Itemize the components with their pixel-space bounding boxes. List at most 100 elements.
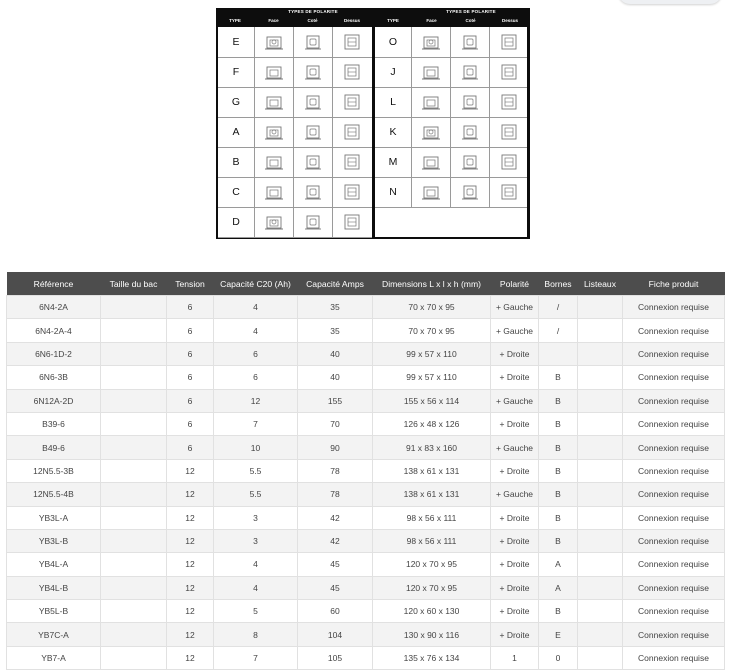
table-cell: 104 [297, 622, 373, 647]
table-row: 6N12A-2D 6 12 155 155 x 56 x 114 + Gauche B Con… [6, 388, 725, 413]
grid-line [450, 27, 451, 207]
polarity-type-label: B [232, 156, 240, 168]
table-cell: 12 [166, 482, 214, 507]
table-cell [577, 552, 623, 577]
table-cell: 98 x 56 x 111 [372, 528, 491, 554]
table-cell: 155 [297, 388, 373, 413]
product-sheet-cell[interactable]: Connexion requise [622, 365, 725, 390]
column-header: Référence [6, 272, 101, 296]
battery-face-icon [254, 27, 293, 57]
battery-face-icon [411, 27, 450, 57]
product-sheet-cell[interactable]: Connexion requise [622, 388, 725, 413]
product-sheet-cell[interactable]: Connexion requise [622, 435, 725, 460]
table-cell [577, 645, 623, 671]
product-sheet-cell[interactable]: Connexion requise [622, 294, 725, 320]
table-cell: + Droite [490, 365, 539, 390]
battery-side-icon [293, 147, 332, 177]
table-cell: 12 [166, 505, 214, 530]
battery-top-icon [332, 117, 372, 147]
table-cell: + Droite [490, 341, 539, 367]
battery-face-icon [254, 57, 293, 87]
product-sheet-cell[interactable]: Connexion requise [622, 552, 725, 577]
table-cell: 155 x 56 x 114 [372, 388, 491, 413]
table-cell: + Droite [490, 622, 539, 647]
table-cell [100, 318, 167, 343]
polarity-row-n: N [375, 177, 527, 208]
table-cell [577, 482, 623, 507]
battery-side-icon [450, 117, 489, 147]
table-cell: 6N12A-2D [6, 388, 101, 413]
cote-column-label: Coté [465, 18, 476, 23]
table-cell: + Gauche [490, 318, 539, 343]
table-row: 6N6-3B 6 6 40 99 x 57 x 110 + Droite B Connexio… [6, 365, 725, 390]
table-cell: 78 [297, 482, 373, 507]
table-cell [100, 341, 167, 367]
product-sheet-cell[interactable]: Connexion requise [622, 411, 725, 437]
polarity-row-f: F [218, 57, 372, 88]
dessus-column-label: Dessus [501, 18, 518, 23]
battery-face-icon [254, 117, 293, 147]
table-cell: 6 [166, 365, 214, 390]
product-sheet-cell[interactable]: Connexion requise [622, 645, 725, 671]
table-cell: + Droite [490, 552, 539, 577]
table-row: YB3L-B 12 3 42 98 x 56 x 111 + Droite B Connexi… [6, 528, 725, 554]
product-sheet-cell[interactable]: Connexion requise [622, 599, 725, 624]
table-cell: + Gauche [490, 435, 539, 460]
table-row: YB3L-A 12 3 42 98 x 56 x 111 + Droite B Connexi… [6, 505, 725, 530]
product-sheet-cell[interactable]: Connexion requise [622, 575, 725, 601]
table-cell: 120 x 60 x 130 [372, 599, 491, 624]
product-sheet-cell[interactable]: Connexion requise [622, 505, 725, 530]
column-header: Bornes [538, 272, 578, 296]
polarity-type-label: M [388, 156, 398, 168]
table-body: 6N4-2A 6 4 35 70 x 70 x 95 + Gauche / Connexion… [6, 294, 725, 671]
table-cell: 35 [297, 294, 373, 320]
table-cell: 12N5.5-4B [6, 482, 101, 507]
face-column-label: Face [268, 18, 279, 23]
polarity-row-e: E [218, 27, 372, 58]
polarity-row-a: A [218, 117, 372, 148]
table-cell [100, 505, 167, 530]
table-cell [100, 411, 167, 437]
table-cell: YB4L-B [6, 575, 101, 601]
product-sheet-cell[interactable]: Connexion requise [622, 482, 725, 507]
table-cell: 70 x 70 x 95 [372, 294, 491, 320]
product-sheet-cell[interactable]: Connexion requise [622, 341, 725, 367]
window-corner-decoration [618, 0, 722, 4]
battery-top-icon [332, 87, 372, 117]
grid-line [254, 27, 255, 237]
table-cell [577, 528, 623, 554]
table-cell: 40 [297, 341, 373, 367]
table-cell: YB3L-A [6, 505, 101, 530]
table-cell: 120 x 70 x 95 [372, 575, 491, 601]
dessus-column-label: Dessus [343, 18, 360, 23]
table-cell: + Droite [490, 505, 539, 530]
polarity-row-c: C [218, 177, 372, 208]
table-cell: 7 [213, 645, 298, 671]
product-sheet-cell[interactable]: Connexion requise [622, 318, 725, 343]
table-cell: B49-6 [6, 435, 101, 460]
table-cell [577, 505, 623, 530]
table-cell: + Gauche [490, 482, 539, 507]
polarity-divider [372, 8, 375, 239]
product-sheet-cell[interactable]: Connexion requise [622, 528, 725, 554]
table-cell: 70 [297, 411, 373, 437]
table-row: B39-6 6 7 70 126 x 48 x 126 + Droite B Connexio… [6, 411, 725, 437]
table-cell: 42 [297, 505, 373, 530]
battery-side-icon [293, 207, 332, 237]
table-cell: 6 [166, 388, 214, 413]
table-cell: B [538, 388, 578, 413]
polarity-type-label: L [390, 96, 396, 108]
product-sheet-cell[interactable]: Connexion requise [622, 458, 725, 484]
table-cell: 3 [213, 528, 298, 554]
table-cell: + Droite [490, 528, 539, 554]
table-cell: E [538, 622, 578, 647]
table-cell [577, 294, 623, 320]
table-cell: 8 [213, 622, 298, 647]
table-cell: 6N4-2A-4 [6, 318, 101, 343]
product-sheet-cell[interactable]: Connexion requise [622, 622, 725, 647]
battery-face-icon [254, 207, 293, 237]
table-cell [100, 458, 167, 484]
table-cell: + Droite [490, 458, 539, 484]
table-cell [577, 341, 623, 367]
column-header: Tension [166, 272, 214, 296]
